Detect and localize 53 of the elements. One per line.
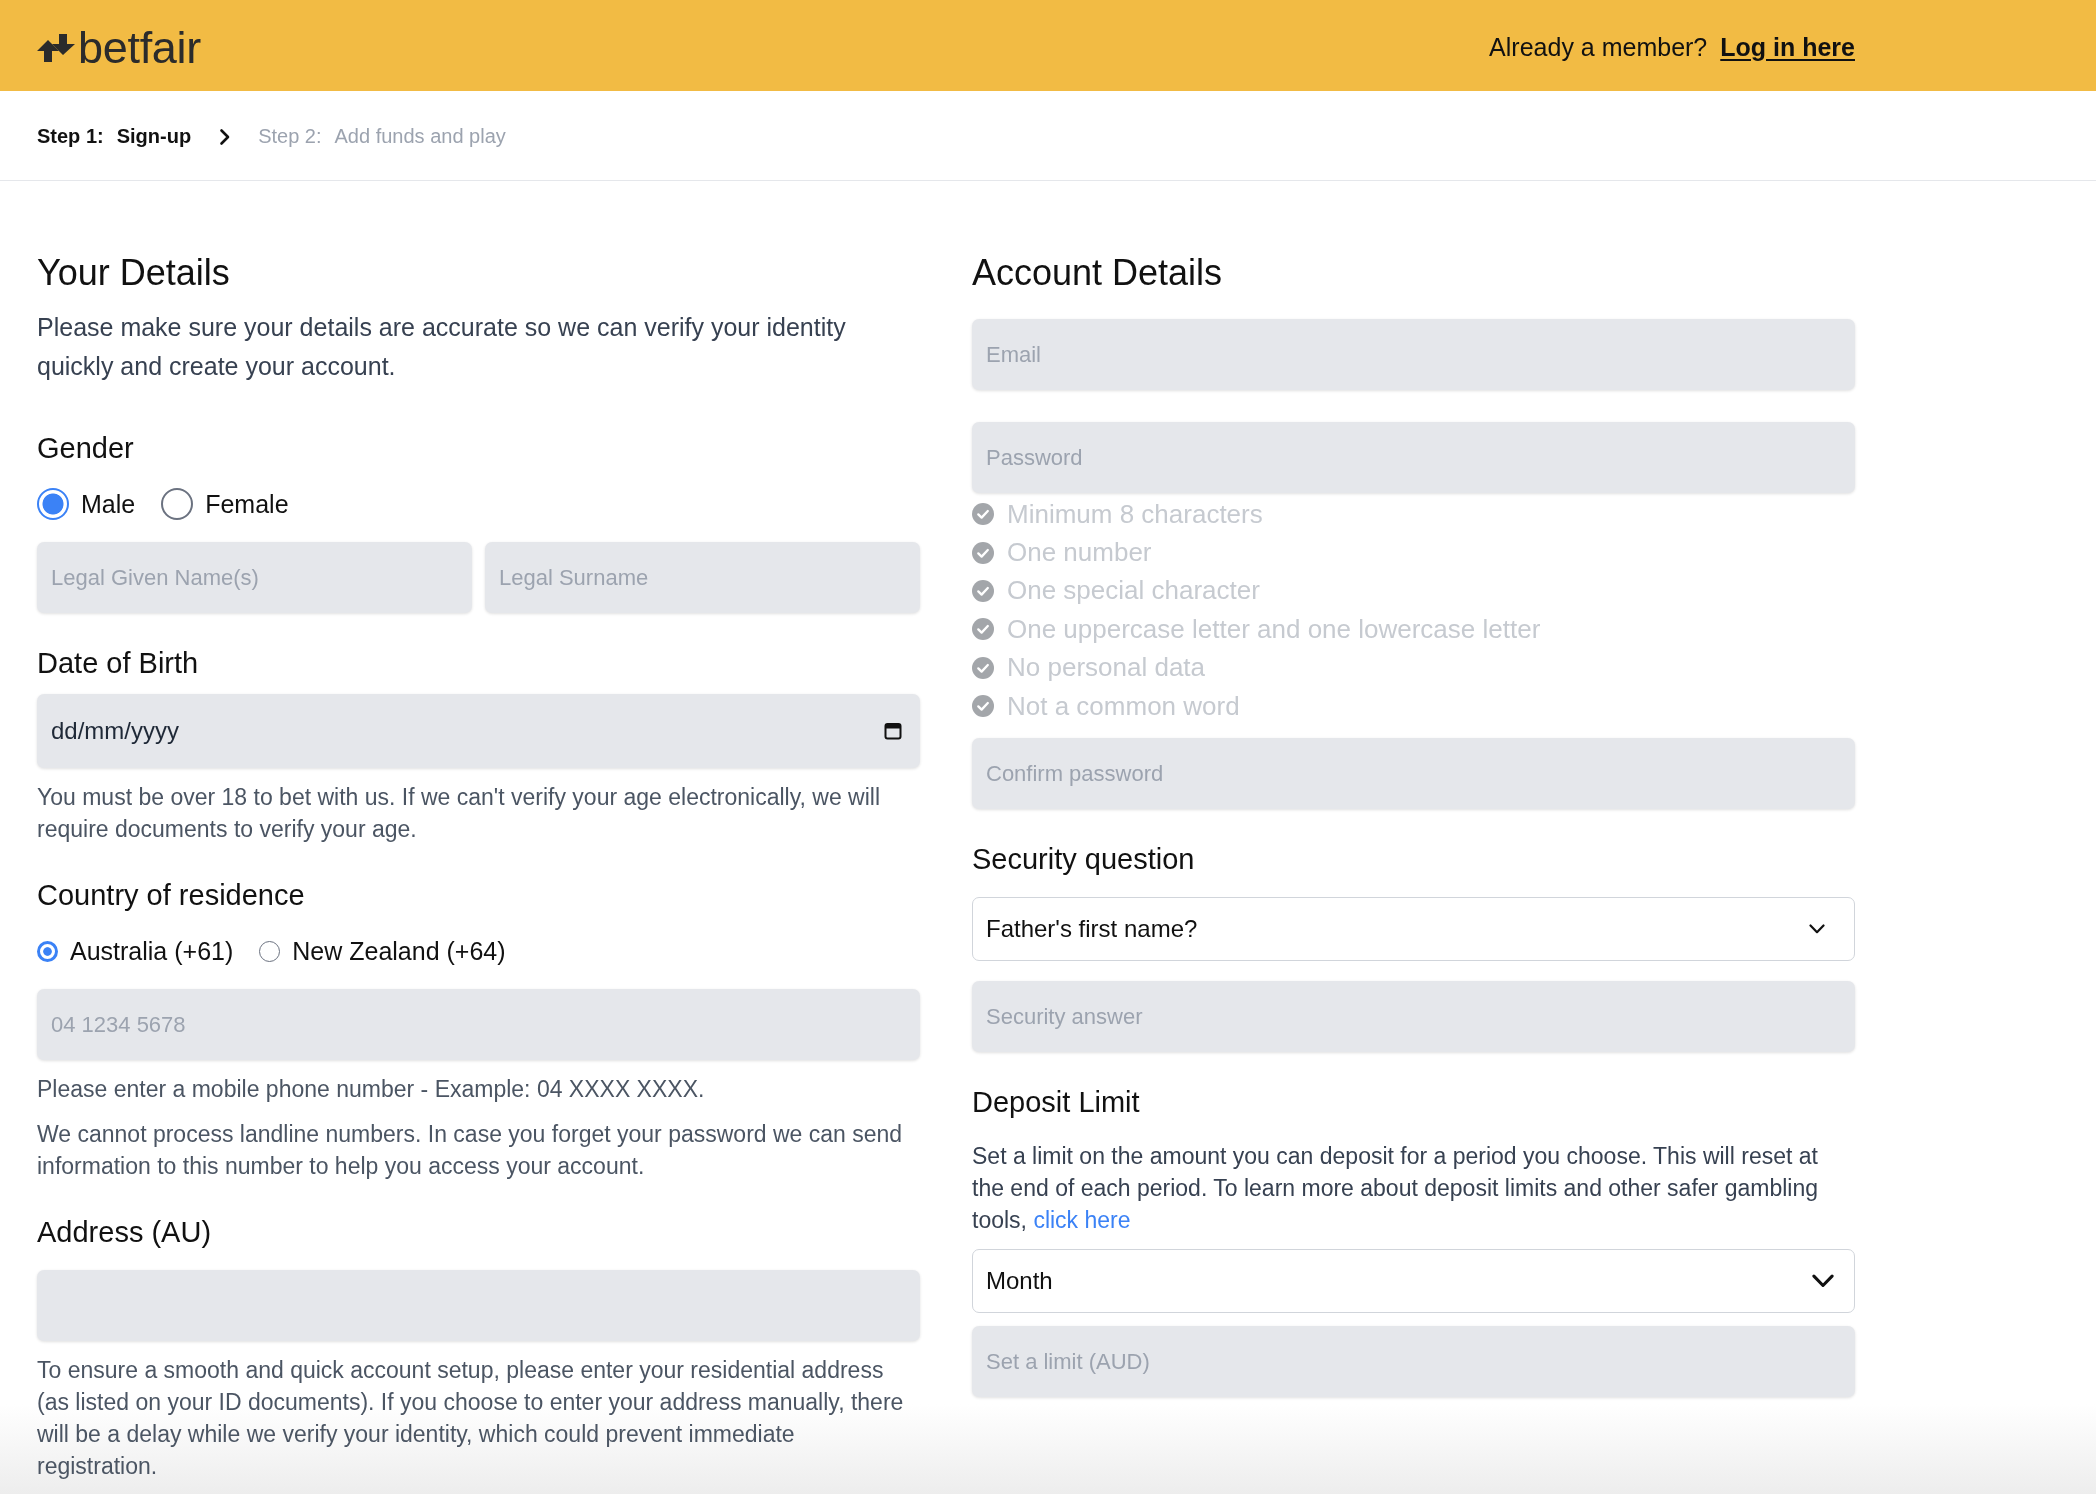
password-rule: One special character — [1007, 575, 1260, 607]
chevron-right-icon — [219, 127, 232, 146]
name-input[interactable]: Legal Given Name(s) — [37, 542, 472, 613]
password-input[interactable]: Password — [972, 422, 1855, 493]
confirm-password-input[interactable]: Confirm password — [972, 738, 1855, 810]
section-title: Your Details — [37, 251, 231, 295]
help-text: We cannot process landline numbers. In case you forget your password we can send information to this number to help you access your account. — [37, 1120, 904, 1181]
email-input[interactable]: Email — [972, 319, 1855, 390]
safer-gambling-link[interactable]: click here — [1033, 1207, 1131, 1234]
member-prompt: Already a member? — [1489, 33, 1708, 62]
password-rule: One uppercase letter and one lowercase letter — [1007, 613, 1541, 645]
login-link[interactable]: Log in here — [1720, 33, 1855, 62]
password-rule: No personal data — [1007, 652, 1206, 684]
password-rule: One number — [1007, 537, 1152, 569]
security-answer-input[interactable]: Security answer — [972, 981, 1855, 1053]
radio-button[interactable] — [161, 488, 194, 520]
step-name: Add funds and play — [334, 125, 506, 148]
deposit-amount-input[interactable]: Set a limit (AUD) — [972, 1326, 1855, 1398]
date-of-birth-field[interactable]: dd/mm/yyyy — [37, 694, 920, 768]
radio-button[interactable] — [259, 940, 281, 962]
step-name: Sign-up — [116, 125, 192, 148]
group-label: Date of Birth — [37, 646, 200, 681]
radio-label: Female — [205, 489, 289, 519]
deposit-limit-description: Set a limit on the amount you can deposit for a period you choose. This will reset at the end of each period. To learn more about deposit limits and other safer gambling tools, click here — [972, 1142, 1819, 1236]
step-number: Step 1: — [37, 125, 104, 148]
group-label: Gender — [37, 431, 135, 466]
calendar-icon — [884, 722, 902, 740]
chevron-down-icon — [1809, 924, 1825, 935]
logo-wordmark[interactable]: betfair — [78, 23, 201, 72]
group-label: Address (AU) — [37, 1215, 213, 1250]
intro-text: Please make sure your details are accurate so we can verify your identity quickly and create your account. — [37, 312, 847, 382]
group-label: Country of residence — [37, 878, 306, 913]
radio-label: New Zealand (+64) — [292, 936, 506, 966]
radio-label: Australia (+61) — [70, 936, 234, 966]
radio-label: Male — [81, 489, 136, 519]
deposit-period-select[interactable]: Month — [972, 1249, 1855, 1314]
name-input[interactable]: Legal Surname — [485, 542, 920, 613]
help-text: To ensure a smooth and quick account setup, please enter your residential address (as listed on your ID documents). If you choose to enter your address manually, there will be a delay while we verify your identity, which could prevent immediate registration. — [37, 1356, 905, 1481]
chevron-down-icon — [1811, 1274, 1835, 1289]
logo-arrows-icon — [37, 33, 77, 62]
phone-input[interactable]: 04 1234 5678 — [37, 989, 920, 1060]
password-rule: Minimum 8 characters — [1007, 498, 1263, 530]
group-label: Security question — [972, 842, 1196, 878]
group-label: Deposit Limit — [972, 1085, 1141, 1121]
step-number: Step 2: — [258, 125, 322, 148]
radio-button[interactable] — [37, 940, 58, 962]
help-text: Please enter a mobile phone number - Example: 04 XXXX XXXX. — [37, 1075, 706, 1104]
help-text: You must be over 18 to bet with us. If we can't verify your age electronically, we will require documents to verify your age. — [37, 783, 881, 844]
address-input[interactable] — [37, 1270, 920, 1341]
security-question-select[interactable]: Father's first name? — [972, 897, 1855, 962]
section-title: Account Details — [972, 251, 1224, 295]
password-rule: Not a common word — [1007, 690, 1240, 722]
radio-button[interactable] — [37, 488, 69, 520]
